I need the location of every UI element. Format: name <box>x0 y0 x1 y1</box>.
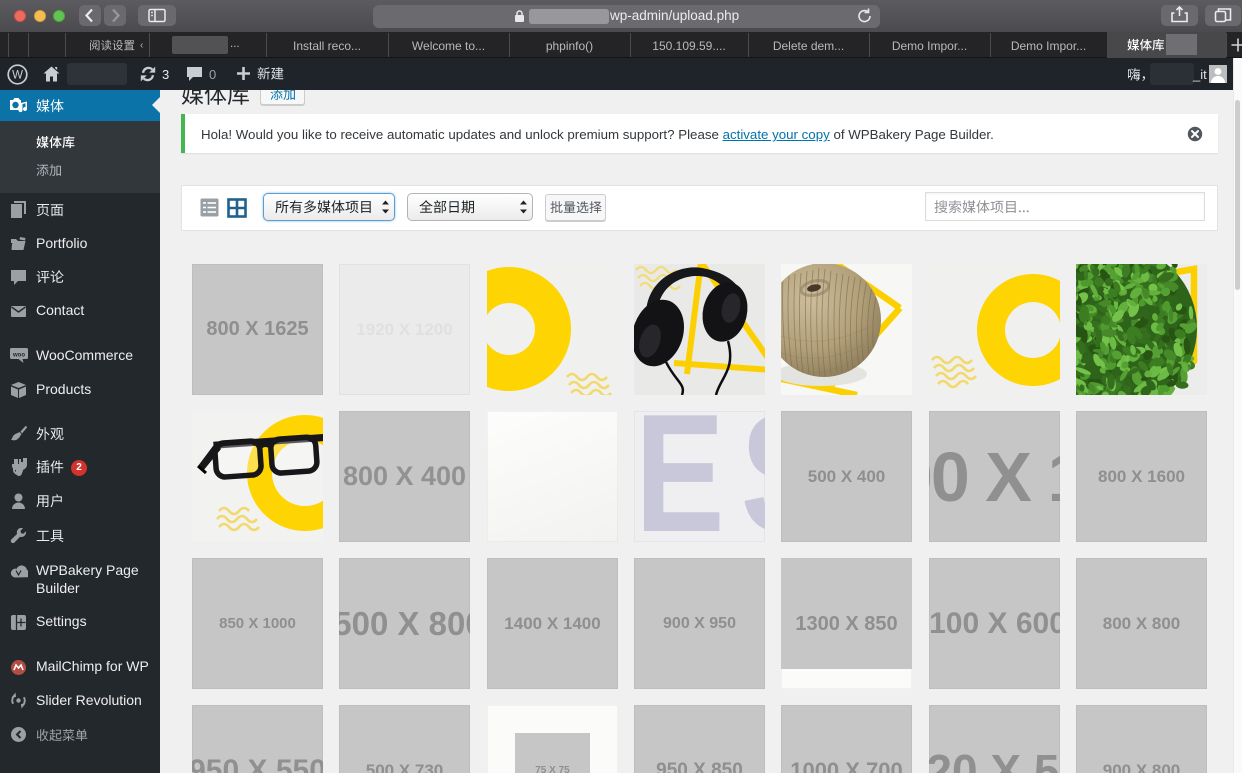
svg-text:woo: woo <box>12 352 25 358</box>
svg-text:W: W <box>12 69 23 81</box>
